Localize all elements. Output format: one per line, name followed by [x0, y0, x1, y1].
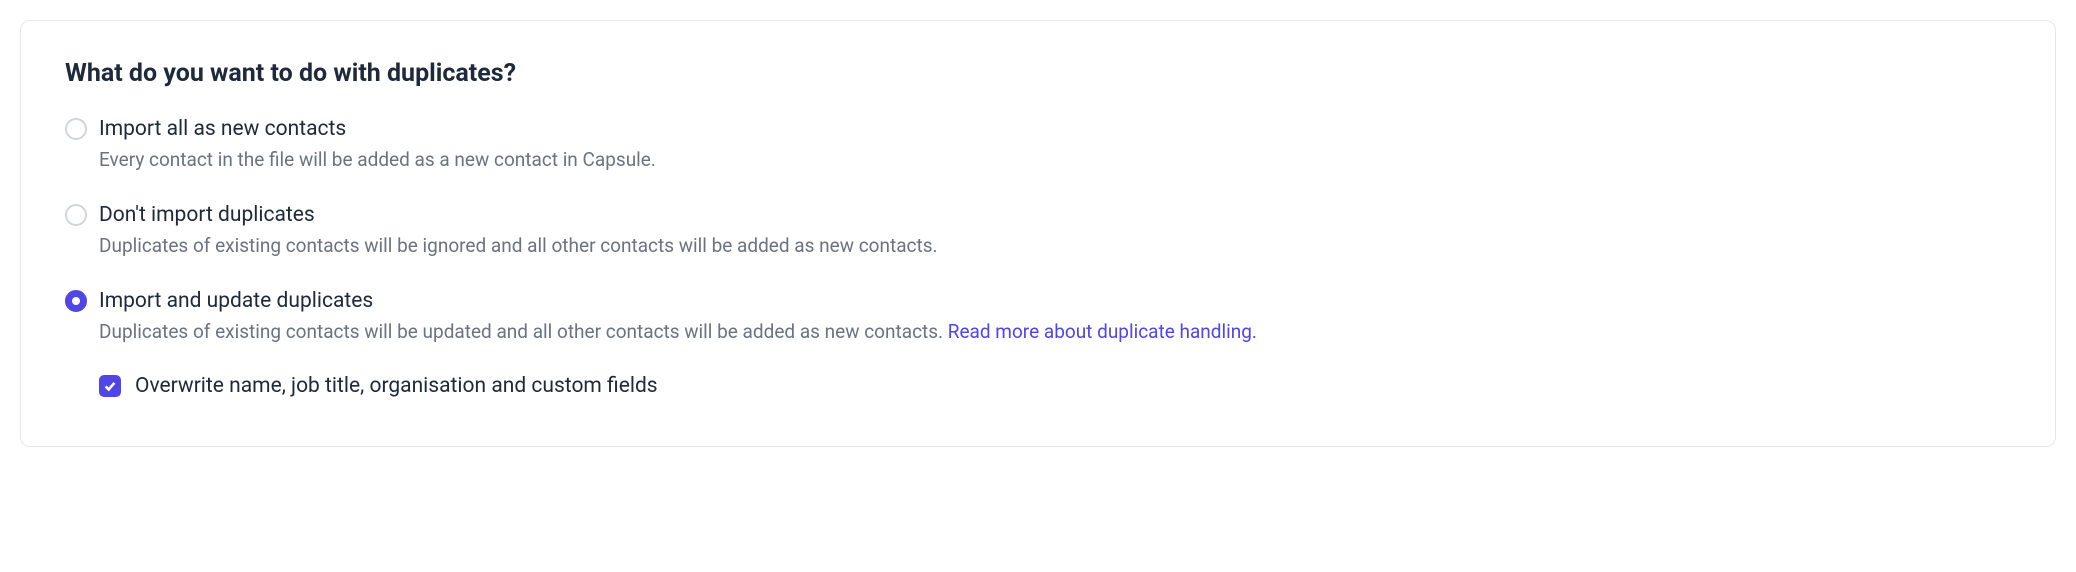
option-import-update[interactable]: Import and update duplicates Duplicates … [65, 288, 2011, 346]
radio-dont-import[interactable] [65, 204, 87, 226]
option-desc-text: Duplicates of existing contacts will be … [99, 320, 948, 343]
radio-import-all[interactable] [65, 118, 87, 140]
option-desc: Duplicates of existing contacts will be … [99, 319, 2011, 346]
option-label: Don't import duplicates [99, 202, 2011, 229]
check-icon [103, 379, 117, 393]
overwrite-checkbox[interactable] [99, 375, 121, 397]
duplicates-card: What do you want to do with duplicates? … [20, 20, 2056, 447]
option-dont-import[interactable]: Don't import duplicates Duplicates of ex… [65, 202, 2011, 260]
checkbox-label: Overwrite name, job title, organisation … [135, 374, 658, 398]
option-label: Import and update duplicates [99, 288, 2011, 315]
option-desc: Duplicates of existing contacts will be … [99, 233, 2011, 260]
heading: What do you want to do with duplicates? [65, 59, 2011, 88]
duplicate-handling-link[interactable]: Read more about duplicate handling. [948, 320, 1257, 343]
overwrite-option[interactable]: Overwrite name, job title, organisation … [65, 374, 2011, 398]
radio-import-update[interactable] [65, 290, 87, 312]
option-content: Import and update duplicates Duplicates … [99, 288, 2011, 346]
option-content: Don't import duplicates Duplicates of ex… [99, 202, 2011, 260]
option-label: Import all as new contacts [99, 116, 2011, 143]
option-desc: Every contact in the file will be added … [99, 147, 2011, 174]
option-content: Import all as new contacts Every contact… [99, 116, 2011, 174]
option-import-all[interactable]: Import all as new contacts Every contact… [65, 116, 2011, 174]
